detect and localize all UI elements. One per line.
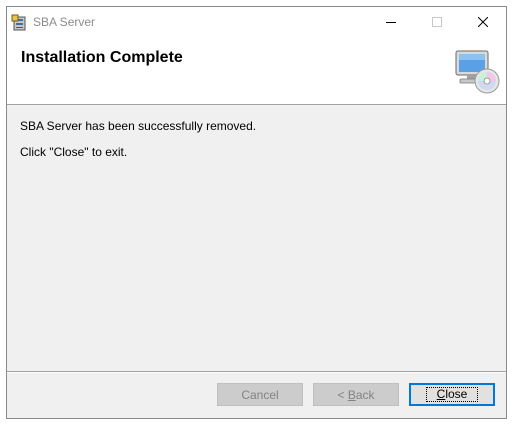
maximize-icon — [432, 17, 442, 27]
back-button-label: < Back — [337, 387, 375, 402]
minimize-icon — [386, 22, 396, 23]
header-banner: Installation Complete — [7, 37, 506, 105]
minimize-button[interactable] — [368, 7, 414, 37]
instruction-message: Click "Close" to exit. — [20, 145, 128, 159]
close-button-label: Close — [425, 387, 479, 402]
button-separator — [7, 371, 506, 373]
window-title: SBA Server — [33, 15, 96, 29]
close-icon — [478, 17, 488, 27]
content-area: SBA Server has been successfully removed… — [7, 105, 506, 371]
page-title: Installation Complete — [21, 49, 183, 66]
installer-window: SBA Server Installation Complete SBA Ser… — [6, 6, 507, 419]
cancel-button[interactable]: Cancel — [217, 383, 303, 406]
title-bar: SBA Server — [7, 7, 506, 37]
status-message: SBA Server has been successfully removed… — [20, 119, 257, 133]
installer-app-icon — [11, 14, 26, 31]
back-button[interactable]: < Back — [313, 383, 399, 406]
close-button[interactable]: Close — [409, 383, 495, 406]
computer-cd-icon — [455, 50, 500, 94]
cancel-button-label: Cancel — [241, 387, 279, 402]
window-close-button[interactable] — [460, 7, 506, 37]
maximize-button[interactable] — [414, 7, 460, 37]
